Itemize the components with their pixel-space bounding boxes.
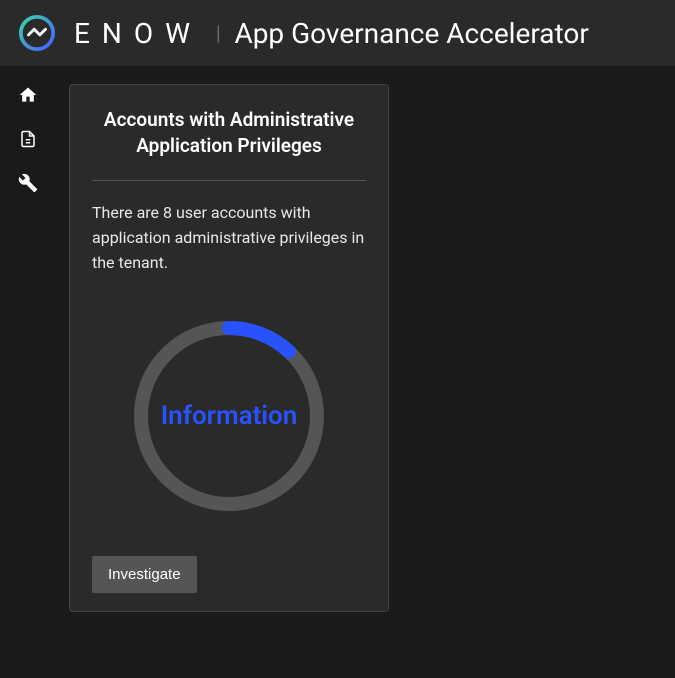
- card-divider: [92, 180, 366, 181]
- header: ENOW | App Governance Accelerator: [0, 0, 675, 66]
- info-card: Accounts with Administrative Application…: [69, 84, 389, 612]
- document-icon[interactable]: [17, 128, 39, 150]
- card-description: There are 8 user accounts with applicati…: [92, 201, 366, 275]
- app-title: App Governance Accelerator: [234, 17, 588, 50]
- main-area: Accounts with Administrative Application…: [0, 66, 675, 678]
- gauge-label: Information: [161, 401, 298, 431]
- information-gauge: Information: [129, 316, 329, 516]
- header-separator: |: [216, 21, 220, 45]
- brand-name: ENOW: [74, 17, 202, 50]
- home-icon[interactable]: [17, 84, 39, 106]
- investigate-button[interactable]: Investigate: [92, 556, 197, 593]
- gauge-container: Information: [92, 316, 366, 516]
- card-title: Accounts with Administrative Application…: [92, 107, 366, 158]
- content-area: Accounts with Administrative Application…: [55, 66, 675, 678]
- enow-logo: [18, 14, 56, 52]
- wrench-icon[interactable]: [17, 172, 39, 194]
- sidebar: [0, 66, 55, 678]
